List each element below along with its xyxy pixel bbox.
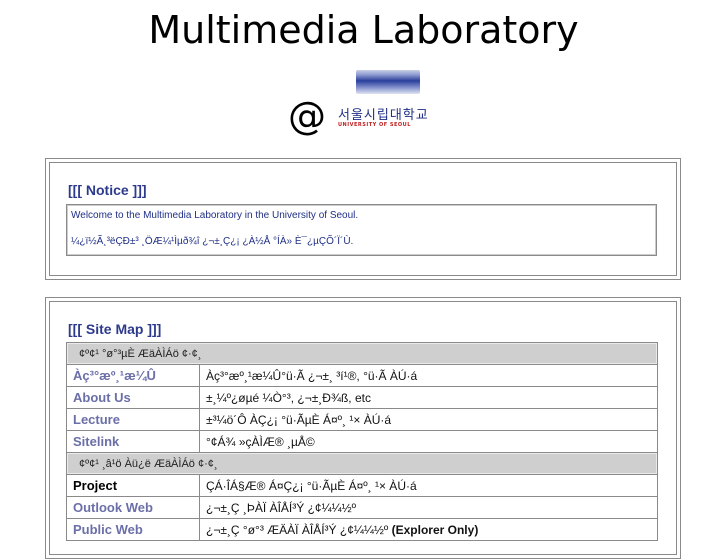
sitemap-desc-text: ¿¬±¸Ç °ø°³ ÆÄÀÏ ÀÎÅÍ³Ý ¿¢¼¼½º <box>206 522 389 537</box>
table-row: Project ÇÁ·ÎÁ§Æ® Á¤Ç¿¡ °ü·ÃµÈ Á¤º¸ ¹× ÀÚ… <box>66 474 658 497</box>
sitemap-link-broadcast[interactable]: Àç³°æº¸¹æ¼Û <box>66 364 200 387</box>
table-row: Sitelink °¢Á¾ »çÀÌÆ® ¸µÅ© <box>66 430 658 453</box>
explorer-only-note: (Explorer Only) <box>391 522 479 537</box>
university-logo[interactable]: @ 서울시립대학교 UNIVERSITY OF SEOUL <box>286 68 446 140</box>
section-member-pages: ¢º¢¹ ¸â¹ö Àü¿ë ÆäÀÌÁö ¢·¢¸ <box>66 452 658 475</box>
sitemap-link-sitelink[interactable]: Sitelink <box>66 430 200 453</box>
sitemap-desc: ±³¼ö´Ô ÀÇ¿¡ °ü·ÃµÈ Á¤º¸ ¹× ÀÚ·á <box>199 408 658 431</box>
section-member-label: ¢º¢¹ ¸â¹ö Àü¿ë ÆäÀÌÁö ¢·¢¸ <box>66 452 658 475</box>
sitemap-desc: ±¸¼º¿øµé ¼Ò°³, ¿¬±¸Ð¾ß, etc <box>199 386 658 409</box>
section-public-pages: ¢º¢¹ °ø°³µÈ ÆäÀÌÁö ¢·¢¸ <box>66 342 658 365</box>
sitemap-desc: ¿¬±¸Ç °ø°³ ÆÄÀÏ ÀÎÅÍ³Ý ¿¢¼¼½º (Explorer … <box>199 518 658 541</box>
table-row: Outlook Web ¿¬±¸Ç ¸ÞÀÏ ÀÎÅÍ³Ý ¿¢¼¼½º <box>66 496 658 519</box>
sitemap-link-about-us[interactable]: About Us <box>66 386 200 409</box>
table-row: Public Web ¿¬±¸Ç °ø°³ ÆÄÀÏ ÀÎÅÍ³Ý ¿¢¼¼½º… <box>66 518 658 541</box>
sitemap-item-project: Project <box>66 474 200 497</box>
notice-text-english: Welcome to the Multimedia Laboratory in … <box>71 210 359 221</box>
notice-panel: [[[ Notice ]]] Welcome to the Multimedia… <box>45 158 681 280</box>
page-title: Multimedia Laboratory <box>148 8 579 52</box>
sitemap-link-public-web[interactable]: Public Web <box>66 518 200 541</box>
table-row: Àç³°æº¸¹æ¼Û Àç³°æº¸¹æ¼Û°ü·Ã ¿¬±¸ ³í¹®, °… <box>66 364 658 387</box>
sitemap-link-outlook-web[interactable]: Outlook Web <box>66 496 200 519</box>
notice-heading: [[[ Notice ]]] <box>68 182 147 198</box>
sitemap-desc: ÇÁ·ÎÁ§Æ® Á¤Ç¿¡ °ü·ÃµÈ Á¤º¸ ¹× ÀÚ·á <box>199 474 658 497</box>
sitemap-table: ¢º¢¹ °ø°³µÈ ÆäÀÌÁö ¢·¢¸ Àç³°æº¸¹æ¼Û Àç³°… <box>66 342 658 541</box>
notice-box: Welcome to the Multimedia Laboratory in … <box>66 204 657 256</box>
logo-english-text: UNIVERSITY OF SEOUL <box>338 122 411 128</box>
sitemap-desc: ¿¬±¸Ç ¸ÞÀÏ ÀÎÅÍ³Ý ¿¢¼¼½º <box>199 496 658 519</box>
table-row: About Us ±¸¼º¿øµé ¼Ò°³, ¿¬±¸Ð¾ß, etc <box>66 386 658 409</box>
at-sign-icon: @ <box>288 94 326 138</box>
sitemap-panel: [[[ Site Map ]]] ¢º¢¹ °ø°³µÈ ÆäÀÌÁö ¢·¢¸… <box>45 297 681 559</box>
logo-emblem <box>356 70 420 94</box>
notice-text-korean: ¼¿ï½Ã¸³ëÇÐ±³ ¸ÖÆ¼¹Ìµð¾î ¿¬±¸Ç¿¡ ¿À½Å °ÍÀ… <box>71 236 354 247</box>
table-row: Lecture ±³¼ö´Ô ÀÇ¿¡ °ü·ÃµÈ Á¤º¸ ¹× ÀÚ·á <box>66 408 658 431</box>
section-public-label: ¢º¢¹ °ø°³µÈ ÆäÀÌÁö ¢·¢¸ <box>66 342 658 365</box>
sitemap-desc: Àç³°æº¸¹æ¼Û°ü·Ã ¿¬±¸ ³í¹®, °ü·Ã ÀÚ·á <box>199 364 658 387</box>
sitemap-heading: [[[ Site Map ]]] <box>68 321 162 337</box>
logo-korean-text: 서울시립대학교 <box>338 108 429 123</box>
sitemap-desc: °¢Á¾ »çÀÌÆ® ¸µÅ© <box>199 430 658 453</box>
sitemap-link-lecture[interactable]: Lecture <box>66 408 200 431</box>
